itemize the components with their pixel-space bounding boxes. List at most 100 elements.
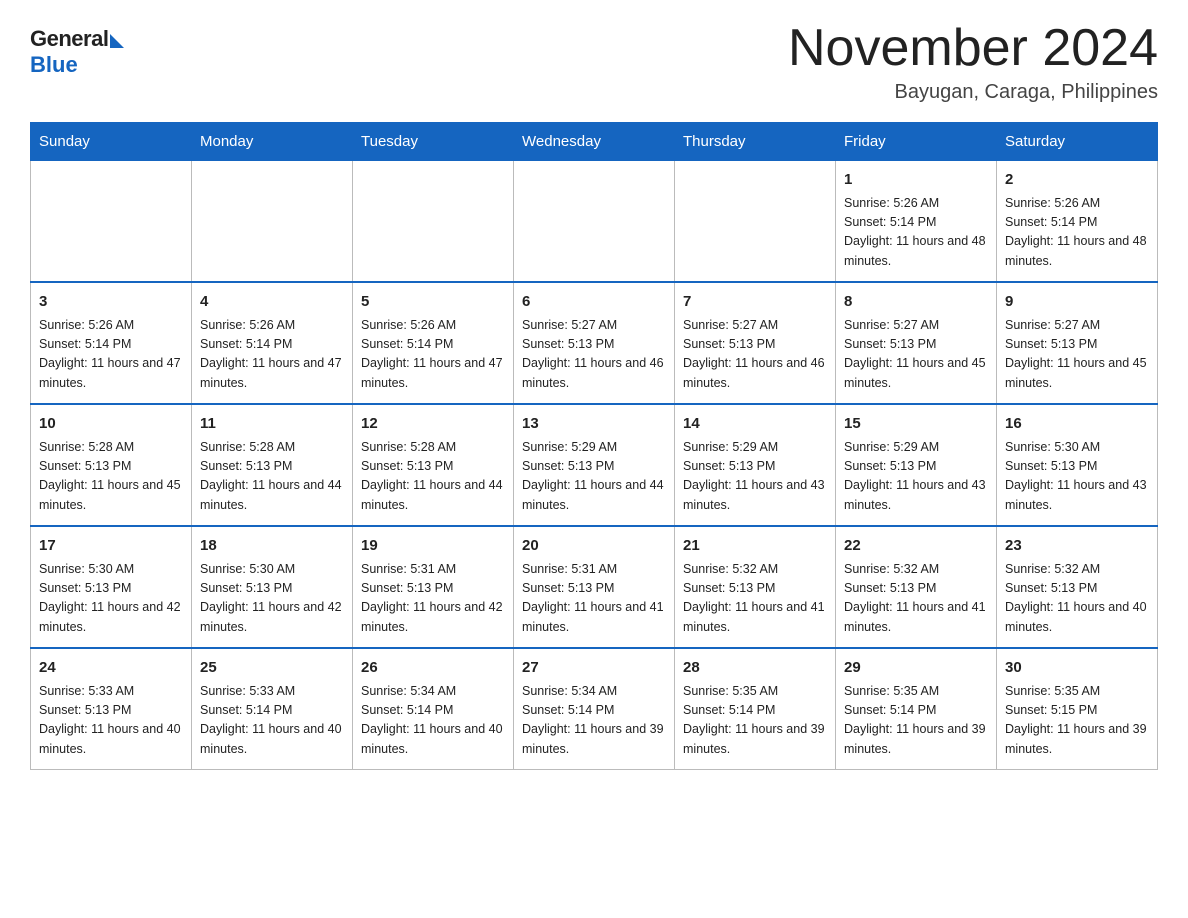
calendar-day-cell: 26Sunrise: 5:34 AMSunset: 5:14 PMDayligh… — [353, 648, 514, 770]
location-text: Bayugan, Caraga, Philippines — [788, 81, 1158, 104]
calendar-week-row: 3Sunrise: 5:26 AMSunset: 5:14 PMDaylight… — [31, 282, 1158, 404]
day-number: 22 — [844, 535, 988, 558]
calendar-day-cell: 23Sunrise: 5:32 AMSunset: 5:13 PMDayligh… — [997, 526, 1158, 648]
calendar-day-cell — [192, 161, 353, 283]
calendar-day-cell: 24Sunrise: 5:33 AMSunset: 5:13 PMDayligh… — [31, 648, 192, 770]
calendar-day-cell: 30Sunrise: 5:35 AMSunset: 5:15 PMDayligh… — [997, 648, 1158, 770]
calendar-day-cell — [514, 161, 675, 283]
day-number: 27 — [522, 657, 666, 680]
day-info: Sunrise: 5:27 AMSunset: 5:13 PMDaylight:… — [683, 316, 827, 394]
calendar-day-cell: 13Sunrise: 5:29 AMSunset: 5:13 PMDayligh… — [514, 404, 675, 526]
calendar-day-cell: 8Sunrise: 5:27 AMSunset: 5:13 PMDaylight… — [836, 282, 997, 404]
calendar-day-cell: 1Sunrise: 5:26 AMSunset: 5:14 PMDaylight… — [836, 161, 997, 283]
day-info: Sunrise: 5:35 AMSunset: 5:14 PMDaylight:… — [844, 682, 988, 760]
calendar-day-cell: 17Sunrise: 5:30 AMSunset: 5:13 PMDayligh… — [31, 526, 192, 648]
logo-triangle-icon — [110, 34, 124, 48]
day-of-week-header: Wednesday — [514, 123, 675, 161]
day-of-week-header: Saturday — [997, 123, 1158, 161]
day-info: Sunrise: 5:26 AMSunset: 5:14 PMDaylight:… — [361, 316, 505, 394]
day-number: 17 — [39, 535, 183, 558]
day-of-week-header: Friday — [836, 123, 997, 161]
calendar-day-cell: 4Sunrise: 5:26 AMSunset: 5:14 PMDaylight… — [192, 282, 353, 404]
calendar-day-cell: 16Sunrise: 5:30 AMSunset: 5:13 PMDayligh… — [997, 404, 1158, 526]
day-info: Sunrise: 5:26 AMSunset: 5:14 PMDaylight:… — [200, 316, 344, 394]
calendar-day-cell: 12Sunrise: 5:28 AMSunset: 5:13 PMDayligh… — [353, 404, 514, 526]
day-number: 7 — [683, 291, 827, 314]
day-info: Sunrise: 5:26 AMSunset: 5:14 PMDaylight:… — [39, 316, 183, 394]
day-info: Sunrise: 5:28 AMSunset: 5:13 PMDaylight:… — [361, 438, 505, 516]
calendar-day-cell: 2Sunrise: 5:26 AMSunset: 5:14 PMDaylight… — [997, 161, 1158, 283]
calendar-day-cell: 18Sunrise: 5:30 AMSunset: 5:13 PMDayligh… — [192, 526, 353, 648]
month-title: November 2024 — [788, 20, 1158, 77]
day-number: 29 — [844, 657, 988, 680]
calendar-day-cell: 22Sunrise: 5:32 AMSunset: 5:13 PMDayligh… — [836, 526, 997, 648]
calendar-day-cell: 27Sunrise: 5:34 AMSunset: 5:14 PMDayligh… — [514, 648, 675, 770]
logo: General Blue — [30, 20, 124, 78]
day-number: 10 — [39, 413, 183, 436]
day-info: Sunrise: 5:31 AMSunset: 5:13 PMDaylight:… — [522, 560, 666, 638]
day-of-week-header: Monday — [192, 123, 353, 161]
day-info: Sunrise: 5:27 AMSunset: 5:13 PMDaylight:… — [1005, 316, 1149, 394]
day-number: 1 — [844, 169, 988, 192]
day-info: Sunrise: 5:31 AMSunset: 5:13 PMDaylight:… — [361, 560, 505, 638]
day-number: 26 — [361, 657, 505, 680]
day-info: Sunrise: 5:28 AMSunset: 5:13 PMDaylight:… — [39, 438, 183, 516]
day-info: Sunrise: 5:29 AMSunset: 5:13 PMDaylight:… — [522, 438, 666, 516]
calendar-day-cell: 25Sunrise: 5:33 AMSunset: 5:14 PMDayligh… — [192, 648, 353, 770]
calendar-day-cell: 28Sunrise: 5:35 AMSunset: 5:14 PMDayligh… — [675, 648, 836, 770]
day-number: 13 — [522, 413, 666, 436]
calendar-day-cell: 3Sunrise: 5:26 AMSunset: 5:14 PMDaylight… — [31, 282, 192, 404]
day-number: 2 — [1005, 169, 1149, 192]
calendar-day-cell: 19Sunrise: 5:31 AMSunset: 5:13 PMDayligh… — [353, 526, 514, 648]
day-info: Sunrise: 5:30 AMSunset: 5:13 PMDaylight:… — [39, 560, 183, 638]
day-number: 24 — [39, 657, 183, 680]
day-info: Sunrise: 5:26 AMSunset: 5:14 PMDaylight:… — [1005, 194, 1149, 272]
calendar-day-cell: 11Sunrise: 5:28 AMSunset: 5:13 PMDayligh… — [192, 404, 353, 526]
day-of-week-header: Thursday — [675, 123, 836, 161]
day-info: Sunrise: 5:33 AMSunset: 5:14 PMDaylight:… — [200, 682, 344, 760]
day-number: 28 — [683, 657, 827, 680]
calendar-day-cell: 20Sunrise: 5:31 AMSunset: 5:13 PMDayligh… — [514, 526, 675, 648]
calendar-day-cell: 29Sunrise: 5:35 AMSunset: 5:14 PMDayligh… — [836, 648, 997, 770]
calendar-week-row: 10Sunrise: 5:28 AMSunset: 5:13 PMDayligh… — [31, 404, 1158, 526]
calendar-day-cell: 7Sunrise: 5:27 AMSunset: 5:13 PMDaylight… — [675, 282, 836, 404]
day-number: 6 — [522, 291, 666, 314]
day-of-week-header: Sunday — [31, 123, 192, 161]
day-number: 21 — [683, 535, 827, 558]
day-number: 23 — [1005, 535, 1149, 558]
day-number: 8 — [844, 291, 988, 314]
day-info: Sunrise: 5:29 AMSunset: 5:13 PMDaylight:… — [844, 438, 988, 516]
title-section: November 2024 Bayugan, Caraga, Philippin… — [788, 20, 1158, 104]
day-info: Sunrise: 5:30 AMSunset: 5:13 PMDaylight:… — [200, 560, 344, 638]
calendar-header-row: SundayMondayTuesdayWednesdayThursdayFrid… — [31, 123, 1158, 161]
day-info: Sunrise: 5:34 AMSunset: 5:14 PMDaylight:… — [361, 682, 505, 760]
calendar-day-cell — [31, 161, 192, 283]
page-header: General Blue November 2024 Bayugan, Cara… — [30, 20, 1158, 104]
day-number: 14 — [683, 413, 827, 436]
day-number: 3 — [39, 291, 183, 314]
day-info: Sunrise: 5:32 AMSunset: 5:13 PMDaylight:… — [683, 560, 827, 638]
day-number: 9 — [1005, 291, 1149, 314]
day-number: 12 — [361, 413, 505, 436]
day-number: 15 — [844, 413, 988, 436]
day-number: 11 — [200, 413, 344, 436]
day-info: Sunrise: 5:32 AMSunset: 5:13 PMDaylight:… — [1005, 560, 1149, 638]
day-info: Sunrise: 5:33 AMSunset: 5:13 PMDaylight:… — [39, 682, 183, 760]
calendar-day-cell: 15Sunrise: 5:29 AMSunset: 5:13 PMDayligh… — [836, 404, 997, 526]
day-info: Sunrise: 5:29 AMSunset: 5:13 PMDaylight:… — [683, 438, 827, 516]
day-number: 16 — [1005, 413, 1149, 436]
day-info: Sunrise: 5:32 AMSunset: 5:13 PMDaylight:… — [844, 560, 988, 638]
day-number: 18 — [200, 535, 344, 558]
calendar-week-row: 17Sunrise: 5:30 AMSunset: 5:13 PMDayligh… — [31, 526, 1158, 648]
calendar-day-cell: 14Sunrise: 5:29 AMSunset: 5:13 PMDayligh… — [675, 404, 836, 526]
calendar-day-cell: 9Sunrise: 5:27 AMSunset: 5:13 PMDaylight… — [997, 282, 1158, 404]
calendar-week-row: 1 Sunrise: 5:26 AMSunset: 5:14 PMDaylight… — [31, 161, 1158, 283]
day-info: Sunrise: 5:30 AMSunset: 5:13 PMDaylight:… — [1005, 438, 1149, 516]
calendar-day-cell — [675, 161, 836, 283]
day-info: Sunrise: 5:34 AMSunset: 5:14 PMDaylight:… — [522, 682, 666, 760]
day-number: 25 — [200, 657, 344, 680]
logo-general-text: General — [30, 26, 108, 52]
calendar-day-cell: 21Sunrise: 5:32 AMSunset: 5:13 PMDayligh… — [675, 526, 836, 648]
logo-blue-text: Blue — [30, 52, 78, 78]
day-info: Sunrise: 5:35 AMSunset: 5:15 PMDaylight:… — [1005, 682, 1149, 760]
